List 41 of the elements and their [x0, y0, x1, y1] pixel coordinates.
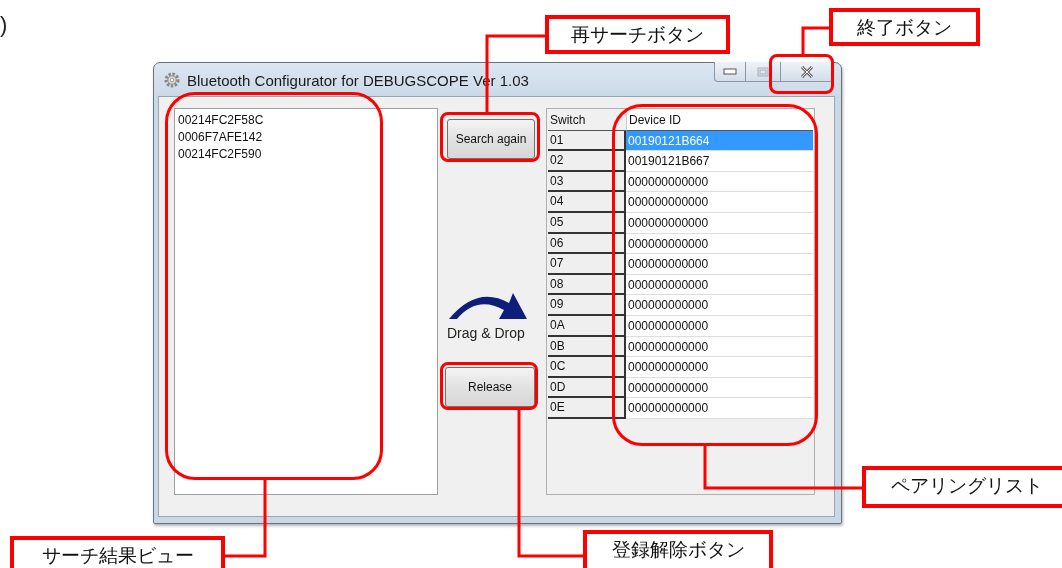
- minimize-icon: [723, 67, 737, 76]
- maximize-button[interactable]: [746, 62, 781, 82]
- gear-icon: [163, 71, 181, 89]
- row-header: 09: [548, 295, 626, 316]
- callout-label: ペアリングリスト: [862, 466, 1062, 508]
- row-header: 07: [548, 254, 626, 275]
- row-header: 04: [548, 192, 626, 213]
- table-cell[interactable]: 000000000000: [626, 192, 813, 213]
- search-again-button[interactable]: Search again: [447, 119, 535, 159]
- table-cell[interactable]: 000000000000: [626, 336, 813, 358]
- callout-label: サーチ結果ビュー: [10, 536, 225, 568]
- list-item[interactable]: 00214FC2F590: [178, 146, 434, 163]
- list-item[interactable]: 00214FC2F58C: [178, 112, 434, 129]
- leader-line: [801, 26, 831, 56]
- row-header: 0C: [548, 357, 626, 378]
- table-cell[interactable]: 000000000000: [626, 398, 813, 419]
- list-item[interactable]: 0006F7AFE142: [178, 129, 434, 146]
- maximize-icon: [757, 66, 769, 77]
- table-cell[interactable]: 00190121B667: [626, 151, 813, 172]
- row-header: 0E: [548, 398, 626, 419]
- minimize-button[interactable]: [714, 62, 746, 82]
- table-cell[interactable]: 000000000000: [626, 357, 813, 378]
- row-header: 02: [548, 151, 626, 172]
- table-cell[interactable]: 000000000000: [626, 233, 813, 255]
- table-cell[interactable]: 000000000000: [626, 254, 813, 275]
- highlight-outline: [769, 54, 834, 94]
- table-cell[interactable]: 000000000000: [626, 274, 813, 296]
- callout-label: 登録解除ボタン: [583, 530, 773, 568]
- close-button[interactable]: [781, 62, 834, 82]
- table-cell[interactable]: 000000000000: [626, 212, 813, 234]
- table-cell[interactable]: 000000000000: [626, 171, 813, 193]
- release-button[interactable]: Release: [445, 367, 535, 407]
- table-cell[interactable]: 000000000000: [626, 295, 813, 316]
- drag-drop-label: Drag & Drop: [447, 325, 525, 341]
- page-text: ): [0, 12, 8, 38]
- column-header: Device ID: [626, 110, 813, 131]
- callout-label: 再サーチボタン: [545, 15, 730, 54]
- table-cell[interactable]: 000000000000: [626, 315, 813, 337]
- close-icon: [800, 65, 814, 78]
- callout-label: 終了ボタン: [829, 8, 980, 46]
- table-cell[interactable]: 000000000000: [626, 377, 813, 399]
